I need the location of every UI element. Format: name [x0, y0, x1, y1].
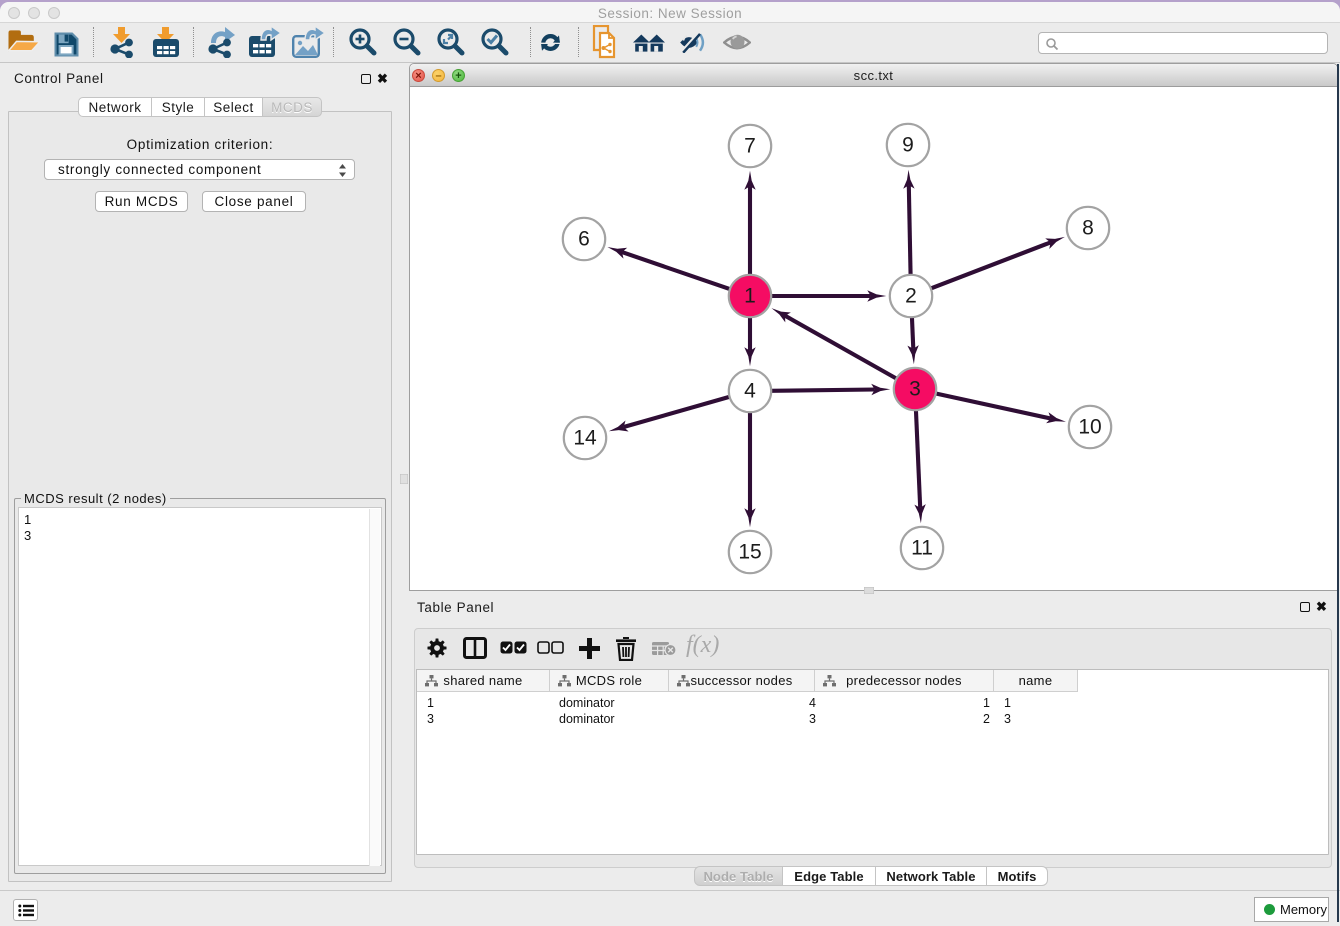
svg-text:6: 6 — [578, 228, 590, 251]
svg-text:2: 2 — [905, 285, 917, 308]
svg-text:3: 3 — [909, 378, 921, 401]
svg-text:11: 11 — [911, 537, 933, 560]
svg-text:15: 15 — [738, 541, 761, 564]
svg-text:9: 9 — [902, 134, 914, 157]
svg-text:1: 1 — [744, 285, 756, 308]
svg-text:8: 8 — [1082, 217, 1094, 240]
svg-text:10: 10 — [1078, 416, 1101, 439]
svg-text:7: 7 — [744, 135, 756, 158]
svg-text:14: 14 — [573, 427, 597, 450]
svg-text:4: 4 — [744, 380, 756, 403]
